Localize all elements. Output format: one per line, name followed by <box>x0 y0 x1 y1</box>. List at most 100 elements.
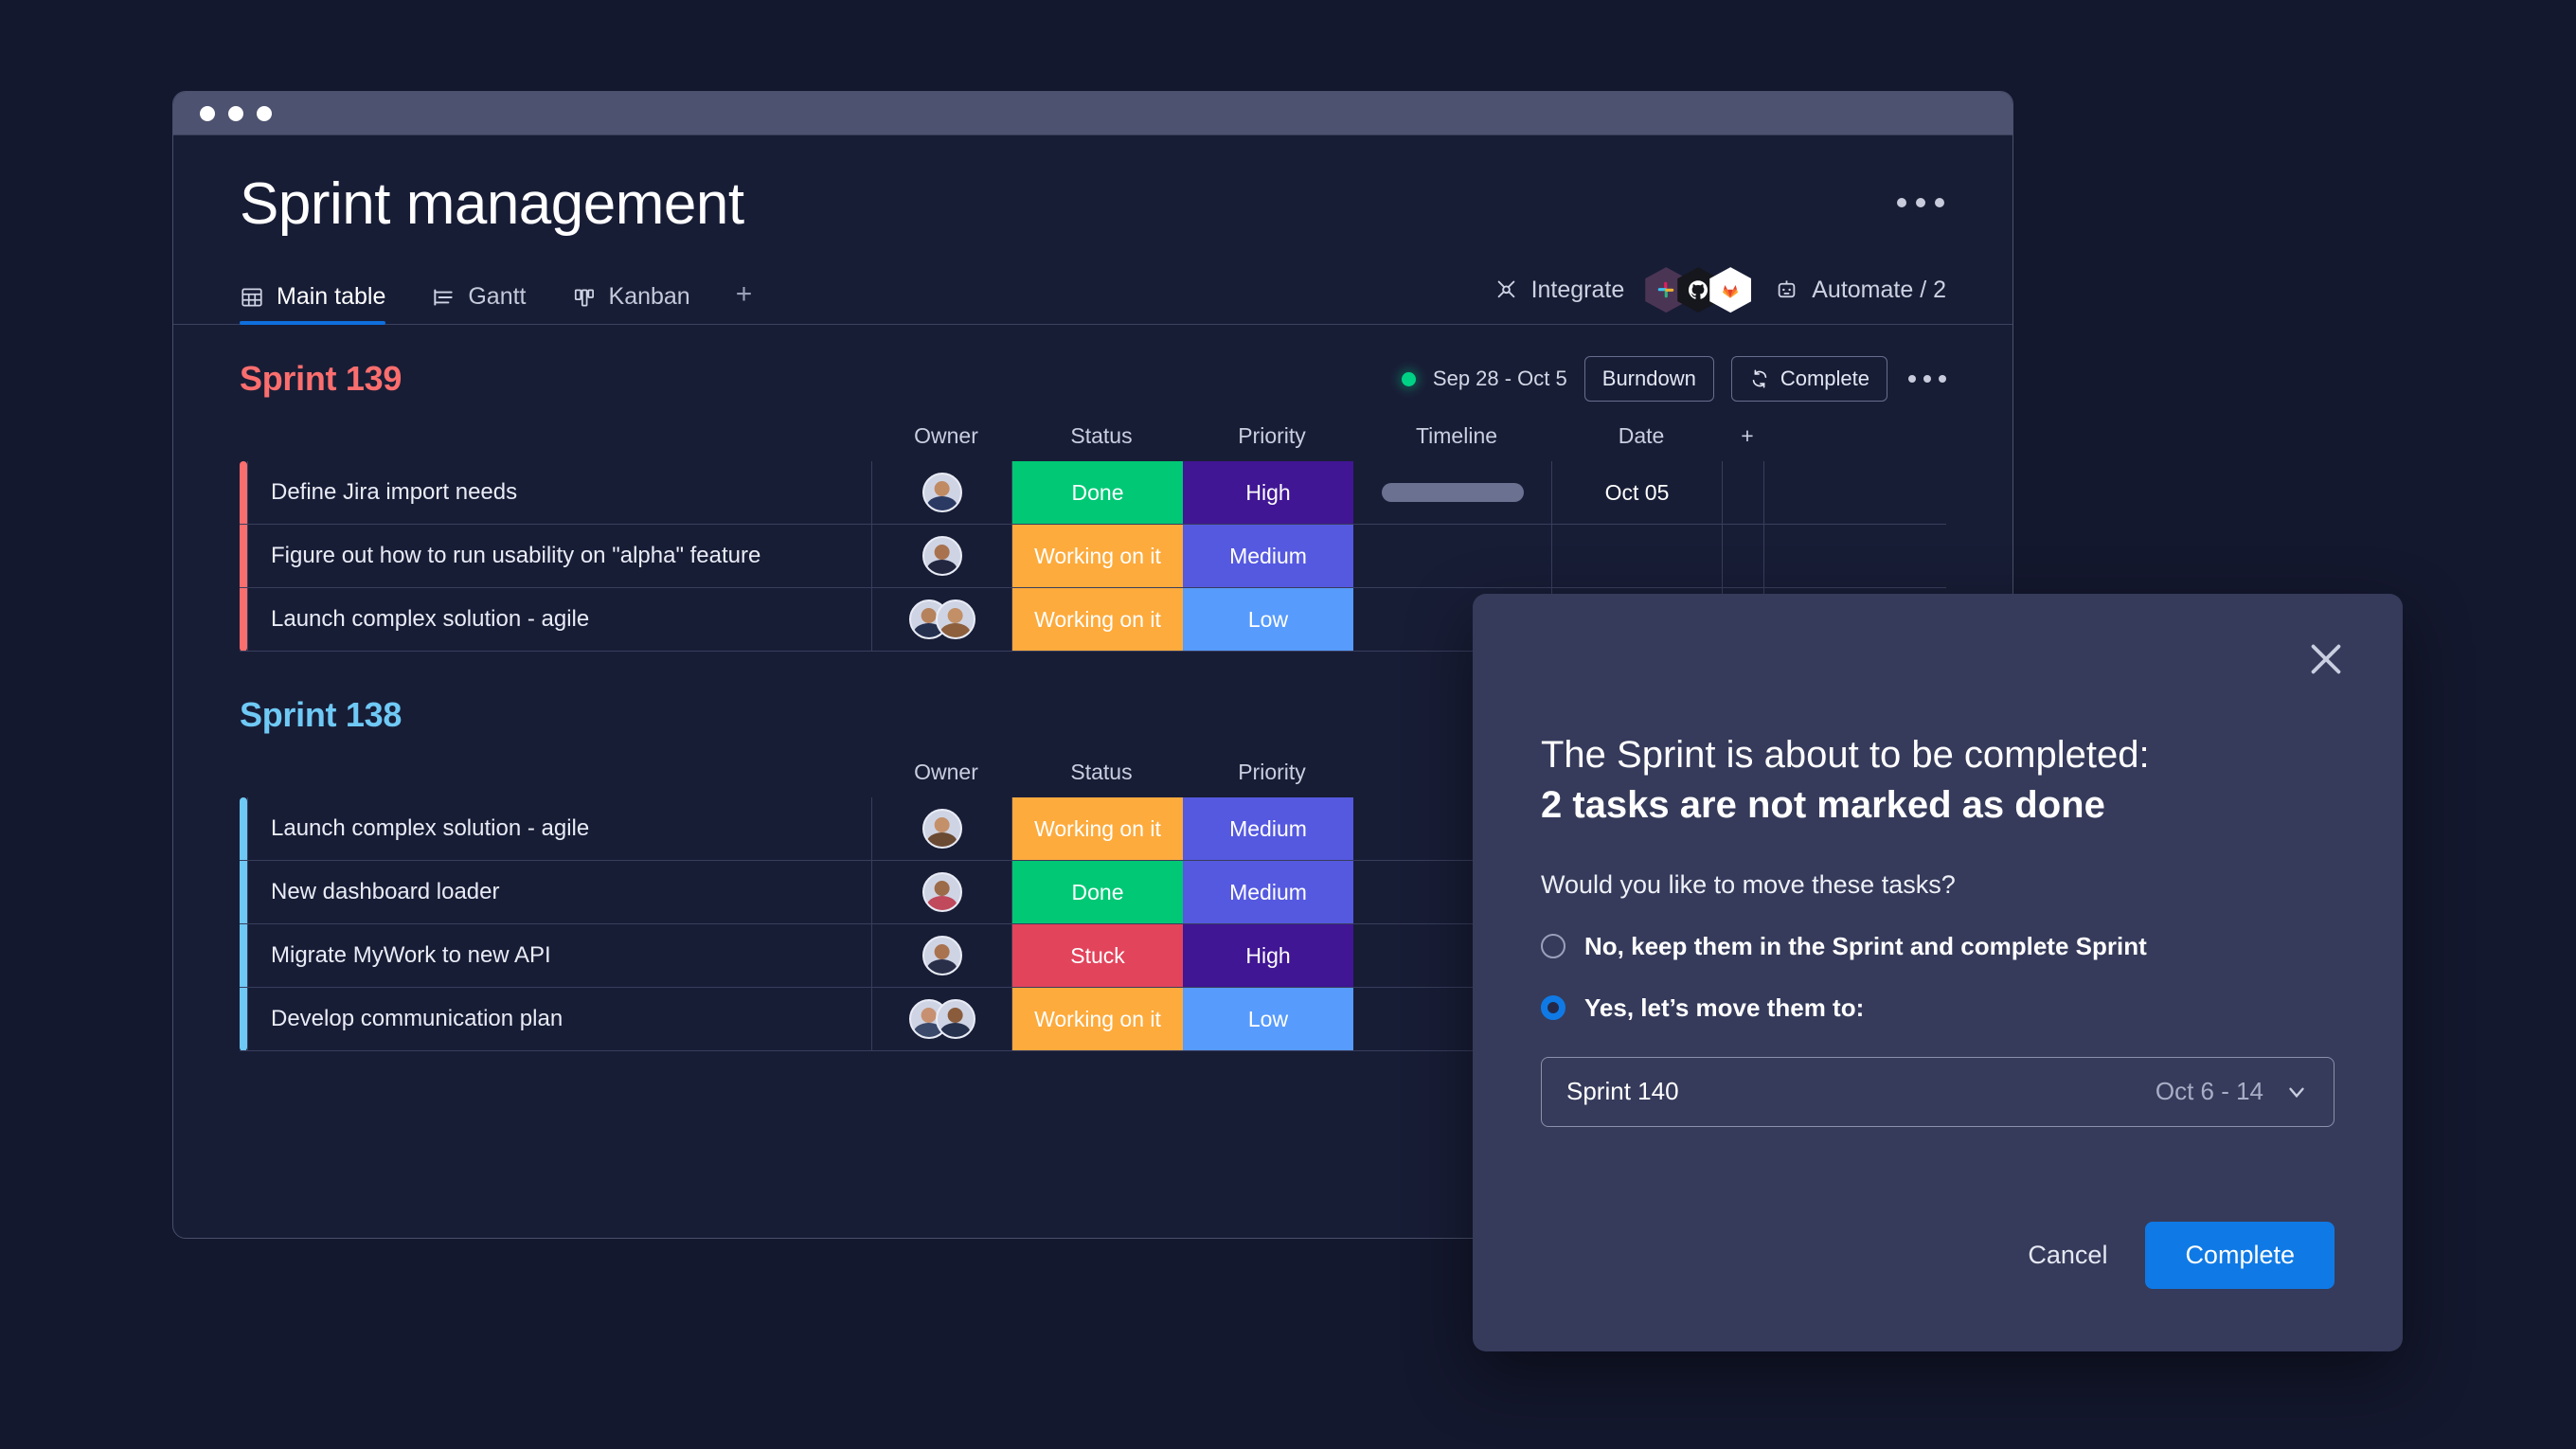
tab-main-table[interactable]: Main table <box>240 283 386 326</box>
avatar <box>921 872 962 913</box>
automate-label: Automate / 2 <box>1812 276 1946 303</box>
cell-priority[interactable]: High <box>1183 461 1353 525</box>
window-titlebar <box>173 92 2012 135</box>
cell-date[interactable] <box>1552 525 1723 588</box>
row-accent <box>240 588 247 651</box>
cell-owner[interactable] <box>872 988 1012 1051</box>
complete-sprint-button[interactable]: Complete <box>1730 356 1887 402</box>
window-dot-close[interactable] <box>200 105 215 121</box>
sprint-group-actions: Sep 28 - Oct 5 Burndown Complete <box>1401 356 1946 402</box>
more-horizontal-icon <box>1908 375 1916 384</box>
sprint-group-header: Sprint 139 Sep 28 - Oct 5 Burndown Compl… <box>240 356 1946 402</box>
column-header-priority[interactable]: Priority <box>1187 760 1357 785</box>
cell-owner[interactable] <box>872 461 1012 525</box>
integrate-button[interactable]: Integrate <box>1494 276 1625 304</box>
cell-task[interactable]: Launch complex solution - agile <box>247 797 872 861</box>
row-accent <box>240 924 247 987</box>
sprint-group-title[interactable]: Sprint 139 <box>240 359 402 399</box>
cell-status[interactable]: Done <box>1012 461 1183 525</box>
row-accent <box>240 797 247 860</box>
sprint-group-more-button[interactable] <box>1908 375 1946 384</box>
cell-owner[interactable] <box>872 861 1012 924</box>
radio-icon-unselected <box>1541 934 1565 959</box>
cell-owner[interactable] <box>872 797 1012 861</box>
cell-priority[interactable]: High <box>1183 924 1353 988</box>
avatar <box>921 809 962 850</box>
cell-status[interactable]: Stuck <box>1012 924 1183 988</box>
dialog-title: The Sprint is about to be completed: 2 t… <box>1541 730 2334 831</box>
cell-task[interactable]: Develop communication plan <box>247 988 872 1051</box>
complete-button[interactable]: Complete <box>2145 1222 2334 1289</box>
tab-label: Gantt <box>468 283 527 311</box>
tab-kanban[interactable]: Kanban <box>572 283 690 324</box>
cell-task[interactable]: Migrate MyWork to new API <box>247 924 872 988</box>
avatar <box>921 473 962 513</box>
cell-owner[interactable] <box>872 525 1012 588</box>
column-header-date[interactable]: Date <box>1556 423 1726 449</box>
avatar <box>935 599 975 640</box>
column-header-priority[interactable]: Priority <box>1187 423 1357 449</box>
cell-timeline[interactable] <box>1353 461 1552 525</box>
radio-option-yes[interactable]: Yes, let’s move them to: <box>1541 993 2334 1023</box>
burndown-button[interactable]: Burndown <box>1583 356 1714 402</box>
add-view-button[interactable]: + <box>736 280 753 324</box>
chevron-down-icon <box>2284 1080 2309 1104</box>
column-header-owner[interactable]: Owner <box>876 760 1016 785</box>
avatar <box>921 936 962 976</box>
dialog-title-line2: 2 tasks are not marked as done <box>1541 783 2105 826</box>
avatar-group <box>921 536 962 577</box>
table-row[interactable]: Define Jira import needs Done High Oct 0… <box>240 461 1946 526</box>
integrate-label: Integrate <box>1530 276 1625 303</box>
automate-button[interactable]: Automate / 2 <box>1774 277 1946 304</box>
radio-label-yes: Yes, let’s move them to: <box>1584 993 1865 1022</box>
close-icon[interactable] <box>2304 637 2348 681</box>
column-header-timeline[interactable]: Timeline <box>1357 423 1556 449</box>
window-dot-maximize[interactable] <box>257 105 272 121</box>
cell-status[interactable]: Working on it <box>1012 988 1183 1051</box>
cell-blank <box>1723 525 1764 588</box>
cancel-button[interactable]: Cancel <box>2003 1224 2132 1287</box>
add-column-button[interactable]: + <box>1726 423 1768 449</box>
integration-badges[interactable] <box>1645 267 1752 313</box>
cell-status[interactable]: Done <box>1012 861 1183 924</box>
cell-owner[interactable] <box>872 588 1012 652</box>
target-sprint-select[interactable]: Sprint 140 Oct 6 - 14 <box>1541 1056 2334 1127</box>
avatar-group <box>908 999 975 1040</box>
table-row[interactable]: Figure out how to run usability on "alph… <box>240 525 1946 589</box>
cell-task[interactable]: Launch complex solution - agile <box>247 588 872 652</box>
more-horizontal-icon <box>1923 375 1931 384</box>
kanban-icon <box>572 285 597 310</box>
cell-priority[interactable]: Medium <box>1183 797 1353 861</box>
column-header-status[interactable]: Status <box>1016 423 1187 449</box>
cell-task[interactable]: New dashboard loader <box>247 861 872 924</box>
row-accent <box>240 861 247 923</box>
cell-priority[interactable]: Low <box>1183 588 1353 652</box>
cell-priority[interactable]: Medium <box>1183 861 1353 924</box>
page-header: Sprint management <box>173 135 2012 235</box>
cell-task[interactable]: Figure out how to run usability on "alph… <box>247 525 872 588</box>
cell-priority[interactable]: Low <box>1183 988 1353 1051</box>
tab-label: Kanban <box>608 283 690 311</box>
sprint-group-title[interactable]: Sprint 138 <box>240 695 402 735</box>
radio-icon-selected <box>1541 995 1565 1021</box>
tab-gantt[interactable]: Gantt <box>431 283 527 324</box>
more-horizontal-icon <box>1939 375 1946 384</box>
cell-status[interactable]: Working on it <box>1012 797 1183 861</box>
cell-status[interactable]: Working on it <box>1012 588 1183 652</box>
column-header-owner[interactable]: Owner <box>876 423 1016 449</box>
cell-priority[interactable]: Medium <box>1183 525 1353 588</box>
cell-owner[interactable] <box>872 924 1012 988</box>
row-accent <box>240 461 247 524</box>
window-dot-minimize[interactable] <box>228 105 243 121</box>
select-value: Sprint 140 <box>1566 1077 1679 1106</box>
cell-date[interactable]: Oct 05 <box>1552 461 1723 525</box>
page-title: Sprint management <box>240 171 744 237</box>
sprint-active-dot <box>1401 371 1416 386</box>
cell-status[interactable]: Working on it <box>1012 525 1183 588</box>
cell-timeline[interactable] <box>1353 525 1552 588</box>
cell-task[interactable]: Define Jira import needs <box>247 461 872 525</box>
column-header-status[interactable]: Status <box>1016 760 1187 785</box>
board-more-menu-button[interactable] <box>1897 198 1944 207</box>
radio-option-no[interactable]: No, keep them in the Sprint and complete… <box>1541 932 2334 961</box>
avatar-group <box>921 473 962 513</box>
